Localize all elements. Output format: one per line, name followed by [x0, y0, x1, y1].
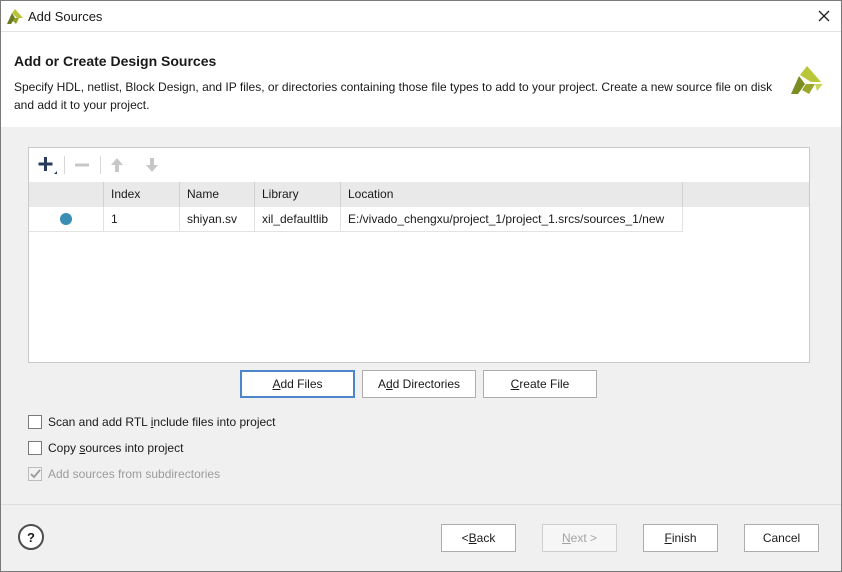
back-button[interactable]: < Back [441, 524, 516, 552]
move-down-button[interactable] [140, 154, 164, 176]
button-label: inish [671, 531, 697, 545]
column-header-status[interactable] [29, 182, 104, 207]
button-label: ext > [570, 531, 598, 545]
close-button[interactable] [809, 1, 839, 31]
column-header-location[interactable]: Location [341, 182, 683, 207]
window-title: Add Sources [28, 9, 103, 24]
library-cell[interactable]: xil_defaultlib [255, 207, 341, 232]
page-title: Add or Create Design Sources [14, 53, 217, 69]
button-label: A [377, 377, 386, 391]
status-dot-icon [60, 213, 72, 225]
button-label: < [461, 531, 469, 545]
column-header-library[interactable]: Library [255, 182, 341, 207]
button-label: reate File [519, 377, 570, 391]
add-sources-dialog: Add Sources Add or Create Design Sources… [0, 0, 842, 572]
minus-icon [75, 163, 89, 167]
button-accelerator: d [385, 377, 393, 391]
button-accelerator: B [468, 531, 477, 545]
name-cell: shiyan.sv [180, 207, 255, 232]
table-row[interactable]: 1 shiyan.sv xil_defaultlib E:/vivado_che… [29, 207, 809, 232]
button-accelerator: A [272, 377, 281, 391]
add-subdirectories-option[interactable]: Add sources from subdirectories [28, 466, 220, 482]
status-cell [29, 207, 104, 232]
page-header: Add or Create Design Sources Specify HDL… [1, 32, 841, 127]
copy-sources-label: Copy sources into project [48, 441, 184, 455]
add-directories-button[interactable]: Add Directories [362, 370, 476, 398]
add-files-button[interactable]: Add Files [240, 370, 355, 398]
add-subdirectories-label: Add sources from subdirectories [48, 467, 221, 481]
scan-rtl-option[interactable]: Scan and add RTL include files into proj… [28, 414, 276, 430]
button-label: ack [476, 531, 496, 545]
footer-divider [1, 504, 841, 505]
add-subdirectories-checkbox[interactable] [28, 467, 42, 481]
scan-rtl-label: Scan and add RTL include files into proj… [48, 415, 276, 429]
location-cell: E:/vivado_chengxu/project_1/project_1.sr… [341, 207, 683, 232]
remove-source-button[interactable] [70, 154, 94, 176]
move-up-button[interactable] [105, 154, 129, 176]
copy-sources-option[interactable]: Copy sources into project [28, 440, 183, 456]
page-description: Specify HDL, netlist, Block Design, and … [14, 80, 773, 112]
copy-sources-checkbox[interactable] [28, 441, 42, 455]
table-header-row: Index Name Library Location [29, 182, 809, 207]
plus-icon [38, 157, 57, 174]
close-icon [818, 10, 830, 22]
column-header-name[interactable]: Name [180, 182, 255, 207]
cancel-button[interactable]: Cancel [744, 524, 819, 552]
finish-button[interactable]: Finish [643, 524, 718, 552]
create-file-button[interactable]: Create File [483, 370, 597, 398]
arrow-up-icon [111, 158, 123, 172]
arrow-down-icon [146, 158, 158, 172]
button-accelerator: F [664, 531, 672, 545]
button-label: dd Files [280, 377, 323, 391]
toolbar-separator [100, 156, 101, 174]
sources-table-panel: Index Name Library Location 1 shiyan.sv … [28, 147, 810, 363]
button-label: d Directories [392, 377, 461, 391]
button-accelerator: C [510, 377, 520, 391]
toolbar-separator [64, 156, 65, 174]
vivado-logo-icon [7, 9, 23, 24]
button-accelerator: N [561, 531, 571, 545]
next-button[interactable]: Next > [542, 524, 617, 552]
index-cell: 1 [104, 207, 180, 232]
help-button[interactable]: ? [18, 524, 44, 550]
scan-rtl-checkbox[interactable] [28, 415, 42, 429]
vivado-logo-icon [791, 64, 823, 96]
add-source-button[interactable] [35, 154, 59, 176]
title-bar: Add Sources [1, 1, 841, 32]
sources-table: Index Name Library Location 1 shiyan.sv … [29, 182, 809, 232]
table-toolbar [29, 148, 809, 182]
column-header-index[interactable]: Index [104, 182, 180, 207]
check-icon [29, 469, 41, 479]
